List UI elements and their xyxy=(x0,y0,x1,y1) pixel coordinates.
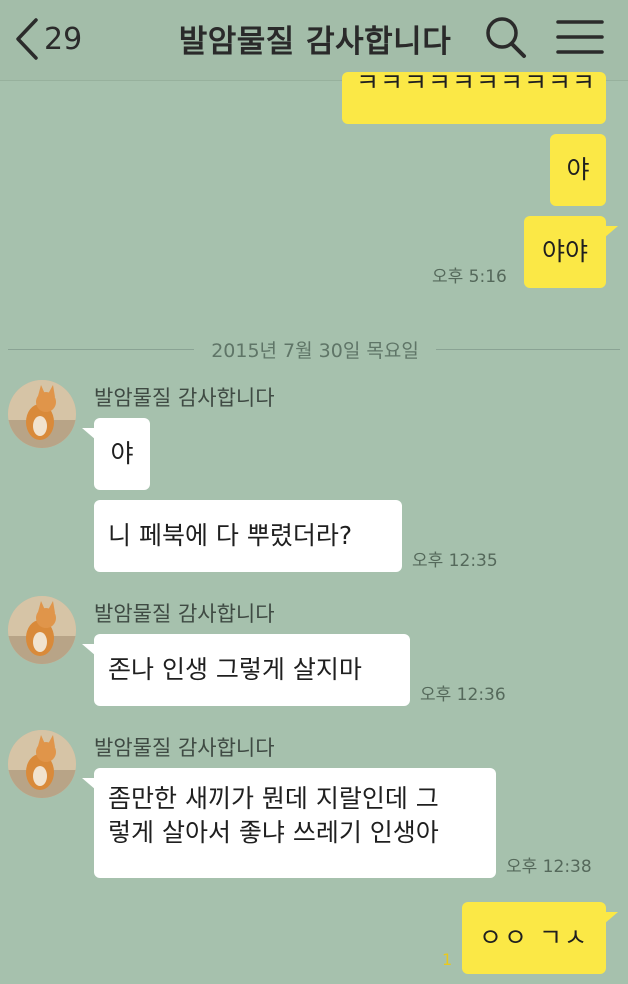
sender-name: 발암물질 감사합니다 xyxy=(94,602,275,626)
menu-button[interactable] xyxy=(556,18,604,60)
cat-avatar-image xyxy=(8,596,76,664)
message-timestamp: 오후 12:38 xyxy=(506,857,592,877)
sent-message-bubble[interactable]: ㅇㅇ ㄱㅅ xyxy=(462,902,618,974)
unread-count: 1 xyxy=(442,950,453,969)
message-text: 야 xyxy=(566,155,590,185)
unread-chat-count: 29 xyxy=(44,21,83,57)
date-divider: 2015년 7월 30일 목요일 xyxy=(211,340,419,362)
back-button[interactable]: 29 xyxy=(14,14,82,64)
received-message-bubble[interactable]: 존나 인생 그렇게 살지마 xyxy=(82,634,410,706)
received-message-bubble[interactable]: 니 페북에 다 뿌렸더라? xyxy=(94,500,402,572)
received-message-bubble[interactable]: 좀만한 새끼가 뭔데 지랄인데 그 렇게 살아서 좋냐 쓰레기 인생아 xyxy=(82,768,496,878)
message-text: 야야 xyxy=(541,237,588,267)
date-divider-line xyxy=(8,349,194,350)
message-text: ㅋㅋㅋㅋㅋㅋㅋㅋㅋㅋ xyxy=(356,72,597,97)
search-button[interactable] xyxy=(484,14,528,64)
sent-message-bubble[interactable]: ㅋㅋㅋㅋㅋㅋㅋㅋㅋㅋ xyxy=(342,72,606,124)
chevron-left-icon xyxy=(16,18,38,60)
message-timestamp: 오후 12:35 xyxy=(412,551,498,571)
received-message-bubble[interactable]: 야 xyxy=(82,418,150,490)
cat-avatar-image xyxy=(8,730,76,798)
message-text: ㅇㅇ ㄱㅅ xyxy=(479,923,589,953)
chat-title: 발암물질 감사합니다 xyxy=(178,24,452,60)
friend-avatar[interactable] xyxy=(8,596,76,664)
message-text: 존나 인생 그렇게 살지마 xyxy=(108,655,362,685)
search-icon xyxy=(486,17,526,58)
date-divider-line xyxy=(436,349,620,350)
sent-message-bubble[interactable]: 야 xyxy=(550,134,606,206)
menu-icon xyxy=(556,20,604,54)
message-timestamp: 오후 12:36 xyxy=(420,685,506,705)
friend-avatar[interactable] xyxy=(8,730,76,798)
message-text: 야 xyxy=(110,439,134,469)
message-timestamp: 오후 5:16 xyxy=(432,267,507,287)
cat-avatar-image xyxy=(8,380,76,448)
sender-name: 발암물질 감사합니다 xyxy=(94,736,275,760)
sender-name: 발암물질 감사합니다 xyxy=(94,386,275,410)
friend-avatar[interactable] xyxy=(8,380,76,448)
message-text-line: 좀만한 새끼가 뭔데 지랄인데 그 xyxy=(108,784,439,813)
message-text: 니 페북에 다 뿌렸더라? xyxy=(108,521,353,551)
sent-message-bubble[interactable]: 야야 xyxy=(524,216,618,288)
chat-header: 29 발암물질 감사합니다 xyxy=(0,0,628,81)
message-text-line: 렇게 살아서 좋냐 쓰레기 인생아 xyxy=(108,817,439,847)
